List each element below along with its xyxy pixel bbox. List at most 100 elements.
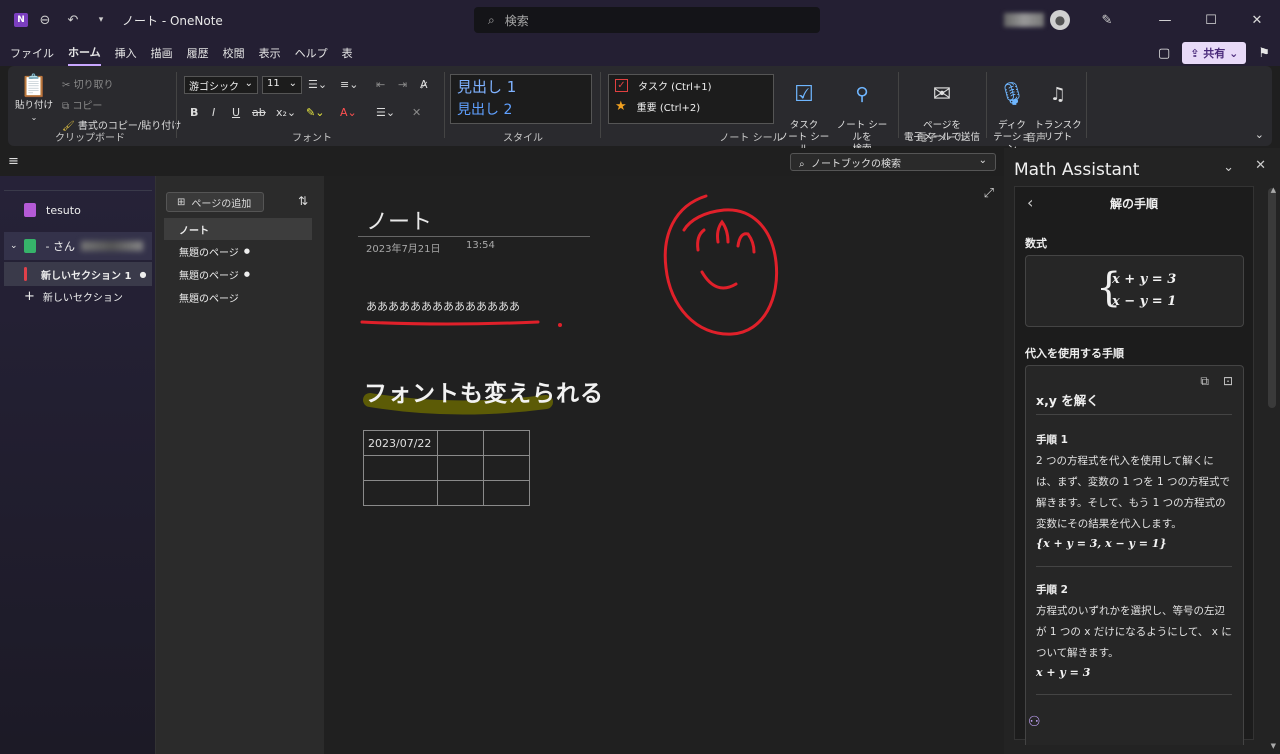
feedback-icon[interactable]: ⚇ (1028, 714, 1041, 730)
menu-help[interactable]: ヘルプ (295, 41, 328, 65)
menu-table[interactable]: 表 (342, 41, 353, 65)
step-line: ついて解きます。 (1036, 647, 1119, 659)
notebook-search-input[interactable]: ⌕ ノートブックの検索 ⌄ (790, 153, 996, 171)
scroll-up-icon[interactable]: ▲ (1271, 186, 1276, 194)
paste-button[interactable]: 📋 貼り付け ⌄ (14, 74, 54, 124)
cut-button[interactable]: ✂ 切り取り (62, 76, 114, 91)
tag-important[interactable]: ★ 重要 (Ctrl+2) (609, 96, 773, 117)
minimize-button[interactable]: — (1142, 0, 1188, 40)
italic-button[interactable]: I (212, 106, 215, 119)
align-icon[interactable]: ☰⌄ (376, 106, 395, 119)
table-cell[interactable] (483, 480, 530, 506)
table-cell[interactable] (437, 455, 484, 481)
step-line: 方程式のいずれかを選択し、等号の左辺 (1036, 605, 1225, 617)
copy-button[interactable]: ⧉ コピー (62, 97, 102, 112)
page-item[interactable]: 無題のページ ● (164, 263, 312, 285)
envelope-icon: ✉ (932, 82, 952, 107)
delete-icon[interactable]: ✕ (412, 106, 421, 119)
style-heading2[interactable]: 見出し 2 (451, 98, 591, 120)
scroll-down-icon[interactable]: ▼ (1271, 742, 1276, 750)
email-page-label: ページを 電子メールで送信 (904, 120, 981, 143)
style-heading1[interactable]: 見出し 1 (451, 75, 591, 98)
note-canvas[interactable]: ⤢ ノート 2023年7月21日 13:54 ああああああああああああああ フォ… (324, 176, 1004, 754)
undo-icon[interactable]: ↶ (62, 9, 84, 31)
indent-icon[interactable]: ⇥ (398, 78, 407, 91)
star-icon: ★ (615, 99, 627, 114)
search-input[interactable]: ⌕ 検索 (474, 7, 820, 33)
hamburger-icon[interactable]: ≡ (8, 154, 19, 169)
close-button[interactable]: ✕ (1234, 0, 1280, 40)
feedback-icon[interactable]: ⚑ (1258, 46, 1270, 61)
table-cell[interactable] (483, 430, 530, 456)
tag-task[interactable]: ✓ タスク (Ctrl+1) (609, 75, 773, 96)
search-icon: ⌕ (799, 159, 805, 170)
notebook-view-icon[interactable]: ▢ (1158, 46, 1170, 61)
font-family-select[interactable]: 游ゴシック ⌄ (184, 76, 258, 94)
todo-checkbox-icon: ☑ (794, 82, 814, 107)
avatar[interactable]: ● (1050, 10, 1070, 30)
notebook-item-current[interactable]: ⌄ - さん (4, 232, 152, 260)
subscript-button[interactable]: x₂⌄ (276, 106, 296, 119)
email-page-button[interactable]: ✉ ページを 電子メールで送信 (904, 70, 980, 156)
font-size-value: 11 (267, 78, 280, 89)
font-size-select[interactable]: 11 ⌄ (262, 76, 302, 94)
math-pane-title: Math Assistant (1014, 160, 1140, 180)
insert-icon[interactable]: ⊡ (1223, 374, 1233, 388)
menu-insert[interactable]: 挿入 (115, 41, 137, 65)
table-cell[interactable] (483, 455, 530, 481)
table-cell[interactable] (363, 455, 438, 481)
step-2: 手順 2 方程式のいずれかを選択し、等号の左辺 が 1 つの x だけになるよう… (1036, 582, 1242, 679)
notebook-item-tesuto[interactable]: tesuto (4, 196, 152, 224)
back-icon[interactable]: ⊖ (34, 9, 56, 31)
table-cell[interactable]: 2023/07/22 (363, 430, 438, 456)
add-page-button[interactable]: ⊞ ページの追加 (166, 192, 264, 212)
chevron-down-icon[interactable]: ⌄ (1223, 160, 1234, 175)
bullets-icon[interactable]: ☰⌄ (308, 78, 327, 91)
copy-icon[interactable]: ⧉ (1200, 374, 1209, 389)
page-list: ⊞ ページの追加 ⇅ ノート 無題のページ ● 無題のページ ● 無題のページ (156, 176, 324, 754)
handwritten-text[interactable]: フォントも変えられる (364, 374, 604, 408)
menu-home[interactable]: ホーム (68, 40, 101, 66)
section-name: 新しいセクション 1 (41, 270, 132, 282)
menu-view[interactable]: 表示 (259, 41, 281, 65)
transcribe-button[interactable]: ♫ トランスク リプト (1034, 70, 1082, 156)
font-group-label: フォント (292, 133, 332, 144)
highlight-icon[interactable]: ✎⌄ (306, 106, 324, 119)
clear-format-icon[interactable]: A̷ (420, 78, 428, 91)
close-pane-button[interactable]: ✕ (1255, 158, 1266, 173)
note-table[interactable]: 2023/07/22 (363, 430, 530, 506)
table-cell[interactable] (437, 480, 484, 506)
ribbon-separator (444, 72, 445, 138)
customize-qat-icon[interactable]: ▾ (90, 9, 112, 31)
numbering-icon[interactable]: ≡⌄ (340, 78, 358, 91)
underline-button[interactable]: U (232, 106, 240, 119)
bold-button[interactable]: B (190, 106, 198, 119)
menu-file[interactable]: ファイル (10, 41, 54, 65)
page-item[interactable]: 無題のページ (164, 286, 312, 308)
font-color-icon[interactable]: A⌄ (340, 106, 357, 119)
equation-2: x − y = 1 (1112, 294, 1177, 309)
table-cell[interactable] (363, 480, 438, 506)
menu-draw[interactable]: 描画 (151, 41, 173, 65)
menu-history[interactable]: 履歴 (187, 41, 209, 65)
page-item[interactable]: 無題のページ ● (164, 240, 312, 262)
steps-header: 解の手順 (1109, 197, 1158, 211)
table-cell[interactable] (437, 430, 484, 456)
styles-gallery[interactable]: 見出し 1 見出し 2 (450, 74, 592, 124)
tags-gallery[interactable]: ✓ タスク (Ctrl+1) ★ 重要 (Ctrl+2) (608, 74, 774, 124)
add-section-button[interactable]: + 新しいセクション (4, 284, 152, 308)
sort-icon[interactable]: ⇅ (298, 194, 308, 208)
menu-review[interactable]: 校閲 (223, 41, 245, 65)
scrollbar-thumb[interactable] (1268, 188, 1276, 408)
section-item-active[interactable]: 新しいセクション 1 ● (4, 262, 152, 286)
page-item[interactable]: ノート (164, 218, 312, 240)
outdent-icon[interactable]: ⇤ (376, 78, 385, 91)
maximize-button[interactable]: ☐ (1188, 0, 1234, 40)
collapse-ribbon-icon[interactable]: ⌄ (1255, 128, 1264, 141)
pen-settings-icon[interactable]: ✎ (1096, 9, 1118, 31)
share-button[interactable]: ⇪ 共有 ⌄ (1182, 42, 1247, 64)
strikethrough-button[interactable]: ab (252, 106, 266, 119)
styles-group-label: スタイル (503, 133, 543, 144)
divider (1036, 414, 1232, 415)
step-line: 変数にその結果を代入します。 (1036, 518, 1182, 530)
